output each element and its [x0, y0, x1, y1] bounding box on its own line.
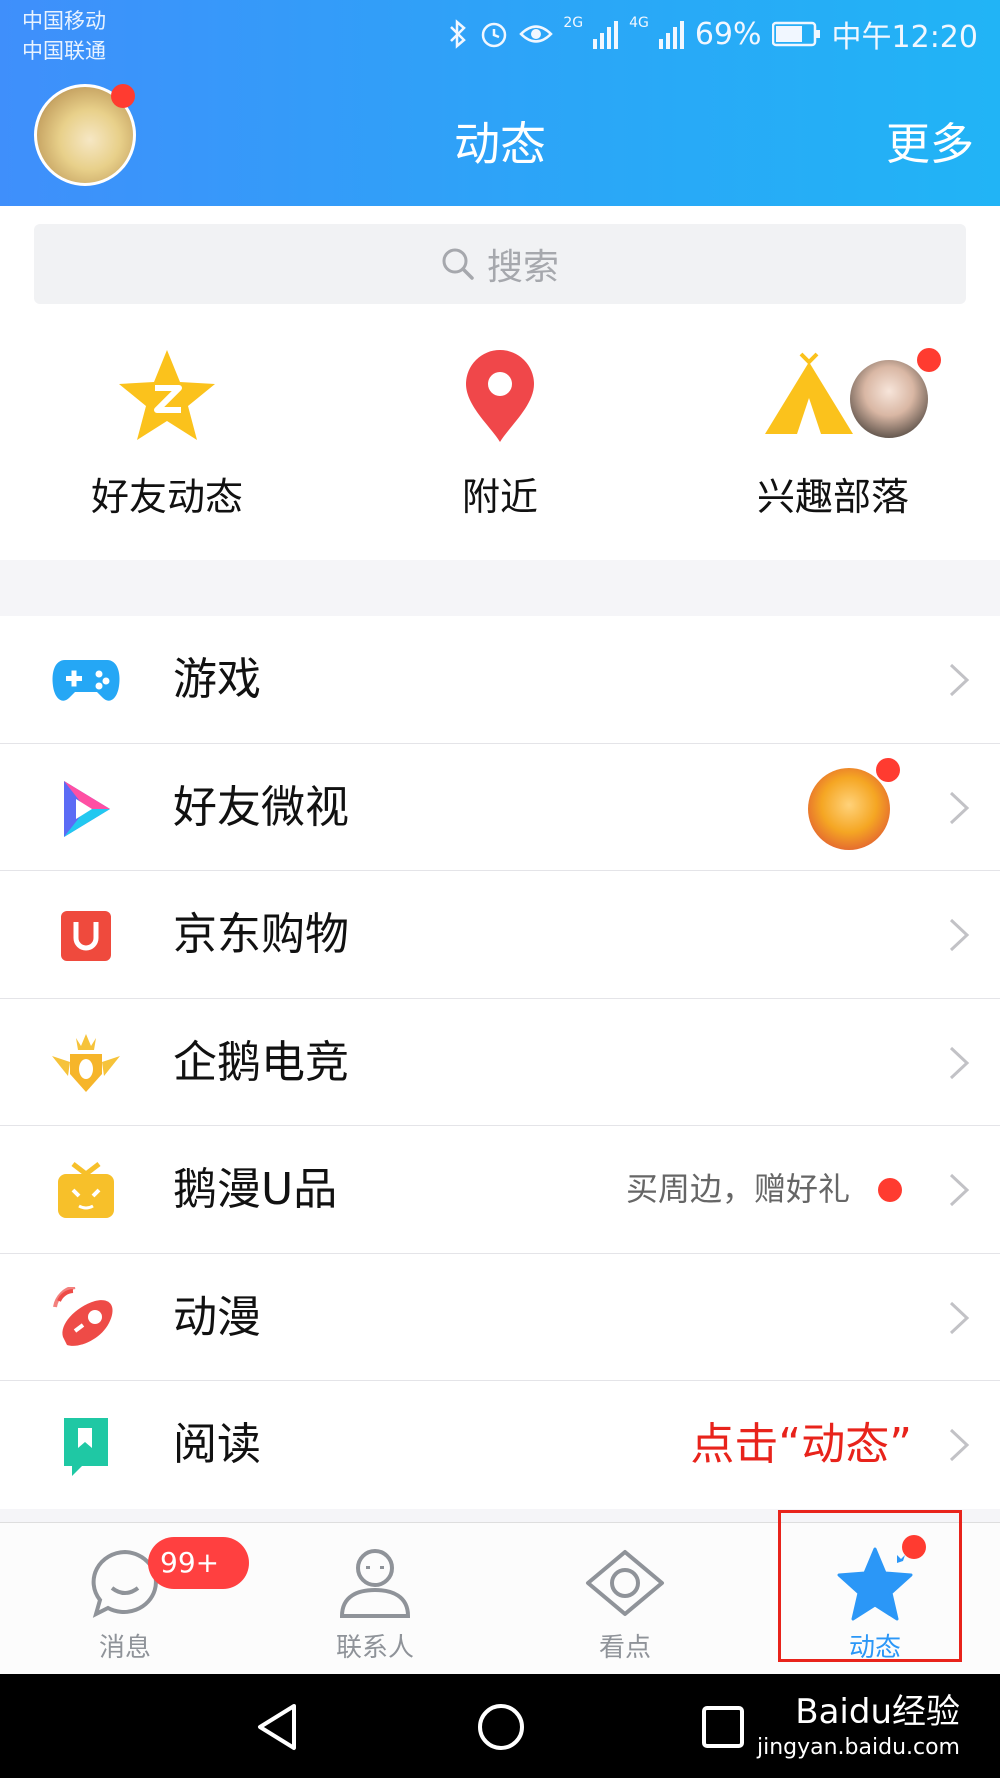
list-item-game[interactable]: 游戏: [0, 616, 1000, 744]
friend-avatar: [808, 767, 890, 850]
eye-care-icon: [519, 25, 554, 43]
tv-box-icon: [58, 1162, 114, 1218]
list-item-label: 京东购物: [173, 909, 349, 960]
chevron-right-icon: [949, 1173, 970, 1207]
list-item-weishi[interactable]: 好友微视: [0, 744, 1000, 871]
tab-label: 看点: [598, 1633, 651, 1663]
chevron-right-icon: [949, 791, 970, 824]
tab-contacts[interactable]: 联系人: [250, 1523, 500, 1675]
alarm-icon: [482, 22, 507, 48]
qzone-star-icon: [119, 350, 215, 440]
list-item-label: 鹅漫U品: [173, 1164, 338, 1215]
carrier-1: 中国移动: [22, 9, 106, 33]
search-icon: [442, 248, 474, 280]
tutorial-highlight-box: [778, 1510, 962, 1662]
list-item-label: 好友微视: [173, 781, 349, 833]
chevron-right-icon: [949, 1428, 970, 1462]
recents-icon[interactable]: [700, 1702, 746, 1752]
signal-bars-icon: [593, 21, 619, 49]
quick-item-nearby[interactable]: 附近: [370, 346, 630, 521]
bluetooth-icon: [450, 19, 467, 49]
list-item-label: 阅读: [173, 1419, 261, 1470]
list-item-label: 动漫: [173, 1291, 261, 1343]
tab-label: 消息: [98, 1633, 151, 1663]
quick-entries: 好友动态 附近 兴趣部落: [0, 306, 1000, 560]
list-item-jd[interactable]: 京东购物: [0, 871, 1000, 999]
quick-item-tribe[interactable]: 兴趣部落: [703, 346, 963, 521]
esports-crest-icon: [52, 1033, 120, 1092]
list-item-comic[interactable]: 动漫: [0, 1254, 1000, 1381]
baidu-watermark: Baidu经验 jingyan.baidu.com: [757, 1694, 960, 1766]
list-item-esports[interactable]: 企鹅电竞: [0, 999, 1000, 1126]
list-item-eman[interactable]: 鹅漫U品 买周边，赠好礼: [0, 1126, 1000, 1254]
list-item-label: 游戏: [173, 654, 261, 705]
unread-badge: 99+: [148, 1537, 250, 1589]
carrier-2: 中国联通: [22, 39, 106, 63]
battery-icon: [771, 21, 820, 47]
list-item-reading[interactable]: 阅读 点击“动态”: [0, 1381, 1000, 1509]
more-button[interactable]: 更多: [886, 108, 974, 172]
tab-label: 联系人: [335, 1633, 414, 1663]
search-input[interactable]: 搜索: [34, 224, 966, 304]
weishi-play-icon: [64, 780, 110, 837]
search-area: 搜索: [0, 206, 1000, 306]
quick-item-label: 附近: [461, 475, 538, 519]
search-placeholder: 搜索: [486, 247, 559, 288]
notification-dot: [917, 348, 941, 372]
watermark-url: jingyan.baidu.com: [756, 1735, 960, 1760]
bookmark-read-icon: [64, 1418, 108, 1476]
notification-dot: [111, 84, 135, 108]
promo-text: 买周边，赠好礼: [625, 1170, 850, 1208]
back-icon[interactable]: [254, 1702, 300, 1752]
chevron-right-icon: [949, 663, 970, 697]
tutorial-annotation: 点击“动态”: [690, 1419, 912, 1470]
home-icon[interactable]: [476, 1702, 526, 1752]
watermark-text: Baidu经验: [795, 1692, 960, 1732]
signal-4g-label: 4G: [629, 15, 649, 31]
feature-list: 游戏 好友微视 京东购物 企鹅电竞 鹅漫U品 买周边，赠好礼 动漫 阅读 点击“…: [0, 616, 1000, 1509]
carrier-info: 中国移动 中国联通: [22, 6, 106, 66]
contacts-icon: [339, 1549, 411, 1618]
chevron-right-icon: [949, 918, 970, 952]
quick-item-label: 兴趣部落: [756, 475, 909, 519]
clock: 中午12:20: [831, 20, 978, 55]
page-title: 动态: [454, 117, 546, 171]
chevron-right-icon: [949, 1046, 970, 1079]
eye-icon: [586, 1550, 664, 1616]
notification-dot: [878, 1178, 902, 1202]
signal-bars-icon: [658, 21, 684, 49]
tribe-avatar: [848, 358, 930, 440]
signal-2g-label: 2G: [563, 15, 584, 31]
quick-item-friend-feed[interactable]: 好友动态: [37, 346, 297, 521]
list-item-label: 企鹅电竞: [173, 1036, 349, 1088]
notification-dot: [876, 757, 900, 782]
gamepad-icon: [52, 660, 120, 701]
location-pin-icon: [466, 350, 534, 442]
tab-messages[interactable]: 99+ 消息: [0, 1523, 250, 1675]
comic-icon: [53, 1286, 113, 1346]
tab-kandian[interactable]: 看点: [500, 1523, 750, 1675]
chevron-right-icon: [949, 1301, 970, 1334]
jd-shopping-icon: [61, 911, 111, 961]
status-icons: 2G 4G 69% 中午12:20: [447, 12, 978, 56]
header: 中国移动 中国联通 2G 4G 69% 中午12:20 动态 更多: [0, 0, 1000, 206]
quick-item-label: 好友动态: [90, 475, 243, 519]
battery-percent: 69%: [694, 16, 762, 52]
